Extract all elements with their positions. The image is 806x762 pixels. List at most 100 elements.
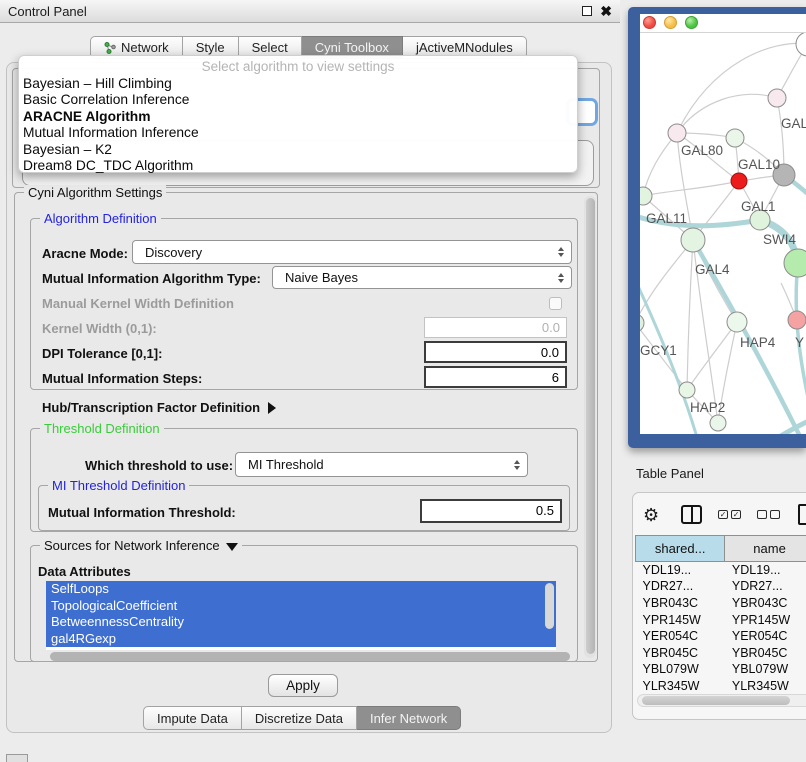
algorithm-option[interactable]: Bayesian – K2	[19, 142, 577, 158]
node[interactable]	[796, 33, 806, 56]
node-label: HAP2	[690, 400, 725, 415]
node-label: GCY1	[640, 343, 677, 358]
mi-algorithm-type-value: Naive Bayes	[285, 270, 358, 285]
attribute-item[interactable]: SelfLoops	[46, 581, 556, 598]
aracne-mode-label: Aracne Mode:	[42, 246, 128, 261]
minimized-panel-chip[interactable]	[6, 754, 28, 762]
select-checkboxes-icon[interactable]: ✓✓	[718, 510, 741, 519]
sources-title: Sources for Network Inference	[44, 538, 220, 553]
hub-definition-toggle[interactable]: Hub/Transcription Factor Definition	[42, 400, 276, 415]
mac-close-icon[interactable]	[643, 16, 656, 29]
deselect-checkboxes-icon[interactable]	[757, 510, 780, 519]
table-cell: YLR345W	[636, 678, 725, 695]
algorithm-option[interactable]: Bayesian – Hill Climbing	[19, 76, 577, 92]
data-attributes-label: Data Attributes	[38, 564, 131, 579]
attributes-hscrollbar-thumb[interactable]	[50, 652, 570, 661]
node-hap2[interactable]	[679, 382, 695, 398]
kernel-width-field[interactable]: 0.0	[424, 317, 567, 338]
tab-discretize-data[interactable]: Discretize Data	[242, 706, 357, 730]
algorithm-option[interactable]: ARACNE Algorithm	[19, 109, 577, 125]
tab-impute-data[interactable]: Impute Data	[143, 706, 242, 730]
table-row[interactable]: YBR043CYBR043C	[636, 595, 806, 612]
table-cell: YDR27...	[636, 578, 725, 595]
mi-steps-field[interactable]: 6	[424, 366, 567, 388]
table-cell: YER054C	[725, 628, 806, 645]
node-label: GAL4	[695, 262, 730, 277]
tab-infer-network[interactable]: Infer Network	[357, 706, 461, 730]
node-label: GAL10	[738, 157, 780, 172]
algorithm-option[interactable]: Dream8 DC_TDC Algorithm	[19, 158, 577, 174]
mi-steps-label: Mutual Information Steps:	[42, 371, 202, 386]
aracne-mode-combobox[interactable]: Discovery	[132, 240, 572, 264]
algorithm-option[interactable]: Mutual Information Inference	[19, 125, 577, 141]
sources-title-wrap[interactable]: Sources for Network Inference	[40, 538, 242, 553]
table-row[interactable]: YDL19...YDL19...13	[636, 562, 806, 579]
settings-scrollbar-thumb[interactable]	[586, 198, 595, 654]
network-graph[interactable]: GALGAL80GAL10GAL1GAL11SWI4GAL4GCY1HAP4YH…	[640, 33, 806, 434]
mi-algorithm-type-combobox[interactable]: Naive Bayes	[272, 266, 572, 289]
table-row[interactable]: YPR145WYPR145W9.	[636, 611, 806, 628]
split-column-icon[interactable]	[681, 505, 702, 524]
manual-kernel-width-label: Manual Kernel Width Definition	[42, 296, 234, 311]
node-y[interactable]	[788, 311, 806, 329]
table-row[interactable]: YER054CYER054C8.	[636, 628, 806, 645]
node-gcy1[interactable]	[640, 314, 644, 332]
column-header[interactable]: shared...	[636, 536, 725, 562]
control-panel-titlebar: Control Panel ✖	[0, 0, 620, 23]
tab-label: Impute Data	[157, 711, 228, 726]
node-gal4[interactable]	[681, 228, 705, 252]
threshold-definition-title: Threshold Definition	[40, 421, 164, 436]
hub-definition-label: Hub/Transcription Factor Definition	[42, 400, 260, 415]
network-icon	[104, 41, 116, 54]
data-attributes-list: SelfLoopsTopologicalCoefficientBetweenne…	[46, 581, 556, 650]
node-gal80[interactable]	[668, 124, 686, 142]
node-table: shared...name YDL19...YDL19...13YDR27...…	[635, 535, 806, 711]
mac-minimize-icon[interactable]	[664, 16, 677, 29]
tab-label: Cyni Toolbox	[315, 40, 389, 55]
node-gal[interactable]	[768, 89, 786, 107]
node-gal1[interactable]	[731, 173, 747, 189]
apply-button[interactable]: Apply	[268, 674, 338, 697]
tab-label: jActiveMNodules	[416, 40, 513, 55]
table-row[interactable]: YBR045CYBR045C9.	[636, 644, 806, 661]
kernel-width-label: Kernel Width (0,1):	[42, 321, 157, 336]
node-gal10[interactable]	[726, 129, 744, 147]
column-header[interactable]: name	[725, 536, 806, 562]
tab-label: Infer Network	[370, 711, 447, 726]
node-label: HAP4	[740, 335, 776, 350]
mi-threshold-field[interactable]: 0.5	[420, 499, 562, 523]
attribute-item[interactable]: TopologicalCoefficient	[46, 598, 556, 615]
manual-kernel-width-checkbox[interactable]	[549, 297, 562, 310]
table-cell: YBR045C	[636, 644, 725, 661]
window-controls	[643, 16, 698, 29]
node[interactable]	[710, 415, 726, 431]
table-hscrollbar-thumb[interactable]	[642, 696, 790, 705]
tab-label: Select	[252, 40, 288, 55]
algorithm-option[interactable]: Basic Correlation Inference	[19, 92, 577, 108]
node-hap4[interactable]	[727, 312, 747, 332]
apply-label: Apply	[286, 678, 320, 693]
table-row[interactable]: YLR345WYLR345W9.	[636, 678, 806, 695]
attribute-item[interactable]: gal4RGexp	[46, 631, 556, 648]
table-row[interactable]: YBL079WYBL079W	[636, 661, 806, 678]
which-threshold-combobox[interactable]: MI Threshold	[235, 452, 528, 477]
mac-zoom-icon[interactable]	[685, 16, 698, 29]
float-window-icon[interactable]	[582, 6, 592, 16]
table-cell: YBR043C	[725, 595, 806, 612]
table-row[interactable]: YDR27...YDR27...12	[636, 578, 806, 595]
tab-label: Discretize Data	[255, 711, 343, 726]
node-label: GAL11	[646, 211, 687, 226]
attributes-scrollbar-thumb[interactable]	[545, 583, 554, 629]
dpi-tolerance-field[interactable]: 0.0	[424, 341, 567, 363]
file-icon[interactable]	[798, 504, 806, 525]
node[interactable]	[784, 249, 806, 277]
which-threshold-value: MI Threshold	[248, 457, 324, 472]
gear-icon[interactable]: ⚙	[643, 506, 659, 524]
tab-label: Network	[121, 40, 169, 55]
algorithm-dropdown-list: Select algorithm to view settings Bayesi…	[18, 55, 578, 173]
table-cell: YDL19...	[636, 562, 725, 579]
mi-threshold-title: MI Threshold Definition	[48, 478, 189, 493]
close-icon[interactable]: ✖	[600, 6, 612, 16]
attribute-item[interactable]: BetweennessCentrality	[46, 614, 556, 631]
table-cell: YLR345W	[725, 678, 806, 695]
